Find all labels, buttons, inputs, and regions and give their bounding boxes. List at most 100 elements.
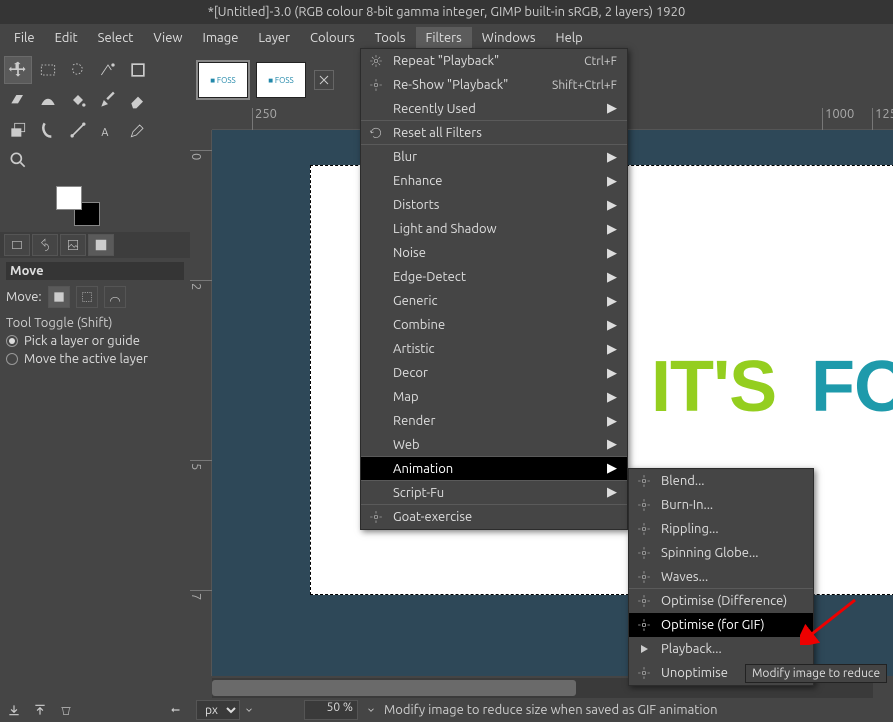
filters-generic[interactable]: Generic▶ bbox=[361, 289, 627, 313]
tool-color-picker[interactable] bbox=[124, 116, 152, 144]
ruler-vertical[interactable]: 0 2 5 7 bbox=[190, 130, 212, 676]
dock-tab-tool-options[interactable] bbox=[88, 234, 114, 256]
tool-paths[interactable] bbox=[64, 116, 92, 144]
tool-free-select[interactable] bbox=[64, 56, 92, 84]
tool-crop[interactable] bbox=[124, 56, 152, 84]
menu-windows[interactable]: Windows bbox=[472, 27, 546, 49]
menu-filters[interactable]: Filters bbox=[416, 27, 472, 49]
bottom-reset-icon[interactable] bbox=[166, 700, 186, 720]
close-icon bbox=[318, 74, 330, 86]
statusbar: px 50 % Modify image to reduce size when… bbox=[190, 698, 893, 722]
gear-icon bbox=[637, 618, 651, 632]
tool-zoom[interactable] bbox=[4, 146, 32, 174]
ruler-v-tick: 2 bbox=[190, 280, 212, 290]
toolbox: A bbox=[0, 52, 190, 180]
animation-rippling[interactable]: Rippling... bbox=[629, 517, 813, 541]
unit-select[interactable]: px bbox=[196, 700, 240, 720]
filters-blur[interactable]: Blur▶ bbox=[361, 145, 627, 169]
ruler-h-tick: 250 bbox=[252, 108, 277, 130]
filters-decor[interactable]: Decor▶ bbox=[361, 361, 627, 385]
canvas-text-fos: FOS bbox=[811, 346, 893, 428]
menu-colours[interactable]: Colours bbox=[300, 27, 365, 49]
move-mode-layer[interactable] bbox=[48, 286, 70, 308]
bottom-delete-icon[interactable] bbox=[56, 700, 76, 720]
gear-icon bbox=[637, 522, 651, 536]
filters-web[interactable]: Web▶ bbox=[361, 433, 627, 457]
tool-warp[interactable] bbox=[34, 86, 62, 114]
play-icon bbox=[638, 643, 650, 655]
animation-blend[interactable]: Blend... bbox=[629, 469, 813, 493]
radio-pick-layer[interactable]: Pick a layer or guide bbox=[6, 334, 184, 348]
animation-playback[interactable]: Playback... bbox=[629, 637, 813, 661]
menu-tools[interactable]: Tools bbox=[365, 27, 416, 49]
bottom-restore-icon[interactable] bbox=[30, 700, 50, 720]
animation-waves[interactable]: Waves... bbox=[629, 565, 813, 589]
tool-options-panel: Move Move: Tool Toggle (Shift) Pick a la… bbox=[0, 258, 190, 370]
dock-tab-device-status[interactable] bbox=[4, 234, 30, 256]
tool-text[interactable]: A bbox=[94, 116, 122, 144]
filters-noise[interactable]: Noise▶ bbox=[361, 241, 627, 265]
ruler-h-tick: 1250 bbox=[872, 108, 893, 130]
filters-goat-exercise[interactable]: Goat-exercise bbox=[361, 505, 627, 529]
radio-move-active-label: Move the active layer bbox=[24, 352, 148, 366]
filters-recently-used[interactable]: Recently Used▶ bbox=[361, 97, 627, 121]
tool-options-title: Move bbox=[6, 262, 184, 280]
tool-bucket-fill[interactable] bbox=[64, 86, 92, 114]
move-mode-path[interactable] bbox=[104, 286, 126, 308]
filters-dropdown: Repeat "Playback" Ctrl+F Re-Show "Playba… bbox=[360, 48, 628, 530]
zoom-level[interactable]: 50 % bbox=[304, 700, 358, 720]
tool-clone[interactable] bbox=[4, 116, 32, 144]
animation-submenu: Blend... Burn-In... Rippling... Spinning… bbox=[628, 468, 814, 686]
filters-reset-all[interactable]: Reset all Filters bbox=[361, 121, 627, 145]
image-tab-close[interactable] bbox=[314, 70, 334, 90]
animation-optimise-gif[interactable]: Optimise (for GIF) bbox=[629, 613, 813, 637]
filters-repeat[interactable]: Repeat "Playback" Ctrl+F bbox=[361, 49, 627, 73]
radio-icon bbox=[6, 353, 18, 365]
filters-distorts[interactable]: Distorts▶ bbox=[361, 193, 627, 217]
move-mode-selection[interactable] bbox=[76, 286, 98, 308]
tool-unified-transform[interactable] bbox=[4, 86, 32, 114]
menu-view[interactable]: View bbox=[143, 27, 192, 49]
bottom-save-icon[interactable] bbox=[4, 700, 24, 720]
scrollbar-thumb[interactable] bbox=[212, 680, 576, 696]
chevron-down-icon bbox=[366, 705, 376, 715]
gear-icon bbox=[637, 546, 651, 560]
filters-artistic[interactable]: Artistic▶ bbox=[361, 337, 627, 361]
filters-light-shadow[interactable]: Light and Shadow▶ bbox=[361, 217, 627, 241]
tool-paintbrush[interactable] bbox=[94, 86, 122, 114]
fg-color-swatch[interactable] bbox=[56, 186, 82, 210]
tool-smudge[interactable] bbox=[34, 116, 62, 144]
menu-help[interactable]: Help bbox=[546, 27, 593, 49]
filters-enhance[interactable]: Enhance▶ bbox=[361, 169, 627, 193]
filters-map[interactable]: Map▶ bbox=[361, 385, 627, 409]
animation-optimise-difference[interactable]: Optimise (Difference) bbox=[629, 589, 813, 613]
animation-spinning-globe[interactable]: Spinning Globe... bbox=[629, 541, 813, 565]
color-swatch[interactable] bbox=[0, 180, 190, 232]
filters-edge-detect[interactable]: Edge-Detect▶ bbox=[361, 265, 627, 289]
tool-toggle-label: Tool Toggle (Shift) bbox=[6, 316, 184, 330]
filters-reshow[interactable]: Re-Show "Playback" Shift+Ctrl+F bbox=[361, 73, 627, 97]
image-tab-1[interactable]: ■ FOSS bbox=[198, 62, 248, 98]
menu-edit[interactable]: Edit bbox=[45, 27, 88, 49]
image-tab-2[interactable]: ■ FOSS bbox=[256, 62, 306, 98]
dock-tab-images[interactable] bbox=[60, 234, 86, 256]
ruler-v-tick: 5 bbox=[190, 460, 212, 470]
tool-rect-select[interactable] bbox=[34, 56, 62, 84]
dock-tab-undo-history[interactable] bbox=[32, 234, 58, 256]
radio-move-active[interactable]: Move the active layer bbox=[6, 352, 184, 366]
menu-image[interactable]: Image bbox=[193, 27, 249, 49]
gear-icon bbox=[637, 498, 651, 512]
tool-fuzzy-select[interactable] bbox=[94, 56, 122, 84]
menu-select[interactable]: Select bbox=[88, 27, 144, 49]
filters-script-fu[interactable]: Script-Fu▶ bbox=[361, 481, 627, 505]
tool-eraser[interactable] bbox=[124, 86, 152, 114]
filters-combine[interactable]: Combine▶ bbox=[361, 313, 627, 337]
radio-pick-layer-label: Pick a layer or guide bbox=[24, 334, 140, 348]
filters-render[interactable]: Render▶ bbox=[361, 409, 627, 433]
menu-layer[interactable]: Layer bbox=[248, 27, 300, 49]
gear-icon bbox=[369, 78, 383, 92]
tool-move[interactable] bbox=[4, 56, 32, 84]
menu-file[interactable]: File bbox=[4, 27, 45, 49]
animation-burnin[interactable]: Burn-In... bbox=[629, 493, 813, 517]
filters-animation[interactable]: Animation▶ bbox=[361, 457, 627, 481]
